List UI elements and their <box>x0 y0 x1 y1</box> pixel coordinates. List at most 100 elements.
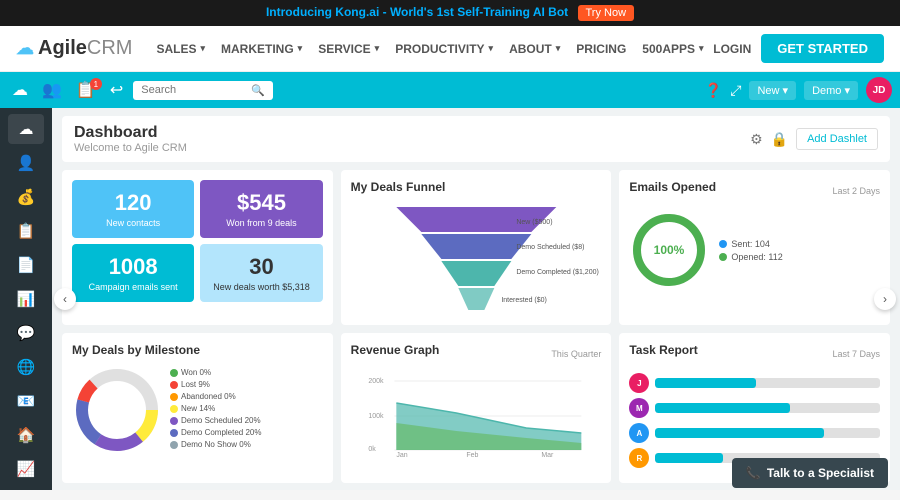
svg-text:Mar: Mar <box>541 452 554 458</box>
svg-text:Demo Completed ($1,200): Demo Completed ($1,200) <box>516 269 599 276</box>
campaign-emails-stat: 1008 Campaign emails sent <box>72 244 194 302</box>
new-contacts-label: New contacts <box>82 218 184 228</box>
dashboard-title-block: Dashboard Welcome to Agile CRM <box>74 124 187 154</box>
nav-pricing[interactable]: PRICING <box>576 42 626 56</box>
sidebar-icon-email[interactable]: 📧 <box>8 386 44 416</box>
opened-dot <box>719 253 727 261</box>
expand-icon[interactable]: ⤢ <box>730 82 741 99</box>
task-bar-row-3: A <box>629 423 880 443</box>
task-report-title: Task Report <box>629 343 697 357</box>
new-deals-number: 30 <box>210 254 312 280</box>
history-icon[interactable]: ↩ <box>106 76 127 104</box>
task-bar-fill-3 <box>655 428 823 438</box>
announcement-bar: Introducing Kong.ai - World's 1st Self-T… <box>0 0 900 26</box>
task-avatar-4: R <box>629 448 649 468</box>
sidebar-icon-home[interactable]: 🏠 <box>8 420 44 450</box>
sidebar-icon-chat[interactable]: 💬 <box>8 318 44 348</box>
nav-productivity[interactable]: PRODUCTIVITY▾ <box>395 42 493 56</box>
task-bar-fill-2 <box>655 403 790 413</box>
sidebar-icon-tasks[interactable]: 📋 <box>8 216 44 246</box>
task-report-subtitle: Last 7 Days <box>832 349 880 359</box>
sent-dot <box>719 240 727 248</box>
user-avatar[interactable]: JD <box>866 77 892 103</box>
get-started-button[interactable]: GET STARTED <box>761 34 884 63</box>
campaign-emails-number: 1008 <box>82 254 184 280</box>
nav-500apps[interactable]: 500APPS▾ <box>642 42 703 56</box>
add-dashlet-button[interactable]: Add Dashlet <box>796 128 878 150</box>
search-icon: 🔍 <box>251 84 265 97</box>
svg-text:100%: 100% <box>654 243 685 257</box>
emails-opened-header: Emails Opened Last 2 Days <box>629 180 880 202</box>
task-bar-row-2: M <box>629 398 880 418</box>
sidebar-icon-cloud[interactable]: ☁ <box>8 114 44 144</box>
contacts-icon[interactable]: 👥 <box>38 78 66 103</box>
settings-icon[interactable]: ⚙ <box>750 131 763 148</box>
task-bar-bg-3 <box>655 428 880 438</box>
login-button[interactable]: LOGIN <box>713 42 751 56</box>
search-input[interactable] <box>141 84 251 96</box>
sidebar-icon-analytics[interactable]: 📈 <box>8 454 44 484</box>
svg-text:100k: 100k <box>368 413 384 420</box>
task-avatar-2: M <box>629 398 649 418</box>
nav-about[interactable]: ABOUT▾ <box>509 42 560 56</box>
app-header: ☁ 👥 📋 1 ↩ 🔍 ❓ ⤢ New ▾ Demo ▾ JD <box>0 72 900 108</box>
lock-icon[interactable]: 🔒 <box>771 131 788 148</box>
revenue-card: Revenue Graph This Quarter 200k 100k 0k <box>341 333 612 483</box>
deals-funnel-card: My Deals Funnel New ($500) Demo Schedule… <box>341 170 612 325</box>
won-from-label: Won from 9 deals <box>210 218 312 228</box>
dashboard-subtitle: Welcome to Agile CRM <box>74 142 187 154</box>
revenue-chart: 200k 100k 0k Jan Feb Mar <box>351 373 602 458</box>
emails-donut-chart: 100% <box>629 210 709 293</box>
won-from-stat: $545 Won from 9 deals <box>200 180 322 238</box>
new-contacts-stat: 120 New contacts <box>72 180 194 238</box>
cloud-icon: ☁ <box>16 38 34 59</box>
scroll-left-arrow[interactable]: ‹ <box>54 288 76 310</box>
revenue-header: Revenue Graph This Quarter <box>351 343 602 365</box>
app-cloud-icon[interactable]: ☁ <box>8 76 32 104</box>
contacts-icon-wrapper: 👥 <box>38 80 66 100</box>
stats-card: 120 New contacts $545 Won from 9 deals 1… <box>62 170 333 325</box>
sidebar-icon-web[interactable]: 🌐 <box>8 352 44 382</box>
help-icon[interactable]: ❓ <box>705 82 722 99</box>
sidebar-icon-reports[interactable]: 📊 <box>8 284 44 314</box>
sidebar-icon-contacts[interactable]: 👤 <box>8 148 44 178</box>
new-contacts-number: 120 <box>82 190 184 216</box>
revenue-title: Revenue Graph <box>351 343 440 357</box>
scroll-right-arrow[interactable]: › <box>874 288 896 310</box>
revenue-subtitle: This Quarter <box>551 349 601 359</box>
nav-service[interactable]: SERVICE▾ <box>318 42 379 56</box>
emails-legend: Sent: 104 Opened: 112 <box>719 239 782 265</box>
won-from-number: $545 <box>210 190 312 216</box>
announcement-brand: Kong.ai <box>335 5 379 19</box>
task-bar-row-1: J <box>629 373 880 393</box>
opened-legend: Opened: 112 <box>719 252 782 262</box>
task-bar-bg-2 <box>655 403 880 413</box>
dashboard-actions: ⚙ 🔒 Add Dashlet <box>750 128 878 150</box>
tasks-icon-wrapper: 📋 1 <box>72 80 100 100</box>
opened-label: Opened: 112 <box>731 252 782 262</box>
logo-text: Agile <box>38 37 87 60</box>
new-deals-label: New deals worth $5,318 <box>210 282 312 292</box>
nav-sales[interactable]: SALES▾ <box>156 42 205 56</box>
task-avatar-3: A <box>629 423 649 443</box>
demo-button[interactable]: Demo ▾ <box>804 81 858 100</box>
sidebar-icon-docs[interactable]: 📄 <box>8 250 44 280</box>
svg-text:New ($500): New ($500) <box>516 219 552 226</box>
sidebar-icon-deals[interactable]: 💰 <box>8 182 44 212</box>
specialist-label: Talk to a Specialist <box>767 466 874 480</box>
main-content: Dashboard Welcome to Agile CRM ⚙ 🔒 Add D… <box>52 108 900 490</box>
svg-text:200k: 200k <box>368 378 384 385</box>
deals-funnel-title: My Deals Funnel <box>351 180 602 194</box>
task-bar-bg-1 <box>655 378 880 388</box>
phone-icon: 📞 <box>746 466 761 480</box>
talk-to-specialist-button[interactable]: 📞 Talk to a Specialist <box>732 458 888 488</box>
try-now-button[interactable]: Try Now <box>578 5 635 21</box>
new-button[interactable]: New ▾ <box>749 81 796 100</box>
task-bar-fill-1 <box>655 378 756 388</box>
svg-text:Demo Scheduled ($8): Demo Scheduled ($8) <box>516 244 584 251</box>
svg-text:Interested ($0): Interested ($0) <box>501 297 547 304</box>
milestone-card: My Deals by Milestone Won 0% Lost 9% Aba… <box>62 333 333 483</box>
main-layout: ☁ 👤 💰 📋 📄 📊 💬 🌐 📧 🏠 📈 Dashboard Welcome … <box>0 108 900 490</box>
sidebar: ☁ 👤 💰 📋 📄 📊 💬 🌐 📧 🏠 📈 <box>0 108 52 490</box>
nav-marketing[interactable]: MARKETING▾ <box>221 42 302 56</box>
